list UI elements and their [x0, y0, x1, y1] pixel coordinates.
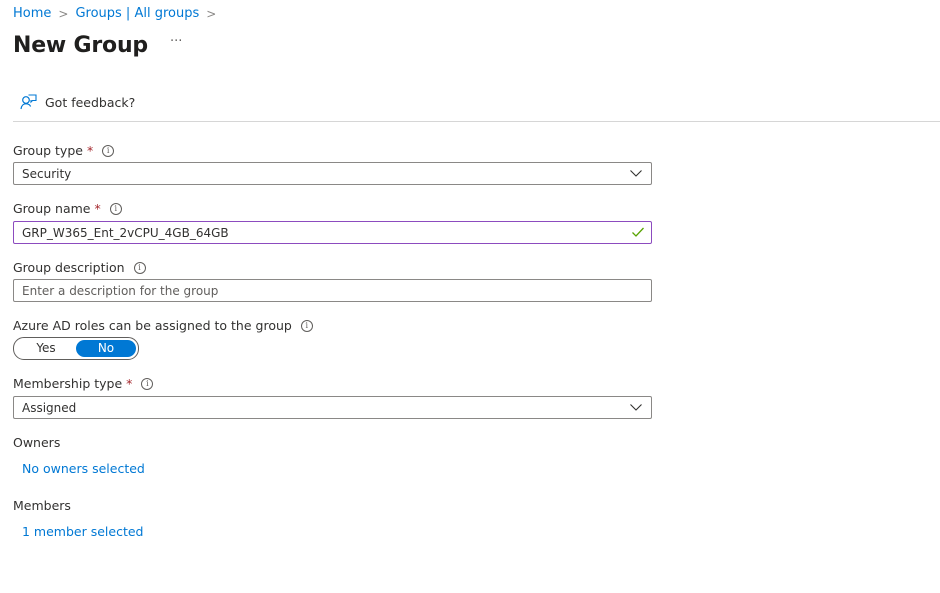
- required-indicator: *: [94, 201, 101, 216]
- members-link[interactable]: 1 member selected: [22, 524, 143, 539]
- info-icon[interactable]: i: [133, 261, 146, 274]
- info-icon[interactable]: i: [102, 144, 115, 157]
- feedback-icon: [20, 94, 37, 110]
- breadcrumb-chevron-icon: >: [58, 6, 69, 21]
- more-options-button[interactable]: ···: [170, 34, 182, 49]
- owners-label: Owners: [13, 435, 60, 450]
- title-row: New Group ···: [13, 33, 182, 58]
- membership-type-label: Membership type * i: [13, 376, 154, 391]
- group-description-input[interactable]: Enter a description for the group: [13, 279, 652, 302]
- divider: [13, 121, 940, 122]
- group-description-placeholder: Enter a description for the group: [22, 283, 219, 298]
- feedback-label: Got feedback?: [45, 94, 136, 110]
- members-label-text: Members: [13, 498, 71, 513]
- group-description-label: Group description i: [13, 260, 146, 275]
- breadcrumb-groups[interactable]: Groups | All groups: [75, 6, 199, 21]
- required-indicator: *: [86, 143, 94, 158]
- breadcrumb: Home > Groups | All groups >: [13, 6, 223, 21]
- membership-type-label-text: Membership type: [13, 376, 123, 391]
- new-group-page: Home > Groups | All groups > New Group ·…: [0, 0, 940, 593]
- info-icon[interactable]: i: [141, 377, 154, 390]
- membership-type-value: Assigned: [22, 400, 77, 415]
- group-type-dropdown[interactable]: Security: [13, 162, 652, 185]
- page-title: New Group: [13, 33, 148, 58]
- toggle-option-no[interactable]: No: [76, 340, 136, 357]
- azure-ad-roles-toggle[interactable]: Yes No: [13, 337, 139, 360]
- azure-ad-roles-label: Azure AD roles can be assigned to the gr…: [13, 318, 313, 333]
- members-label: Members: [13, 498, 71, 513]
- breadcrumb-home[interactable]: Home: [13, 6, 51, 21]
- breadcrumb-chevron-icon: >: [206, 6, 217, 21]
- chevron-down-icon: [630, 404, 642, 411]
- group-name-label: Group name * i: [13, 201, 122, 216]
- group-name-input[interactable]: GRP_W365_Ent_2vCPU_4GB_64GB: [13, 221, 652, 244]
- chevron-down-icon: [630, 170, 642, 177]
- azure-ad-roles-label-text: Azure AD roles can be assigned to the gr…: [13, 318, 292, 333]
- group-name-label-text: Group name: [13, 201, 91, 216]
- owners-label-text: Owners: [13, 435, 61, 450]
- membership-type-dropdown[interactable]: Assigned: [13, 396, 652, 419]
- required-indicator: *: [126, 376, 133, 391]
- owners-link[interactable]: No owners selected: [22, 461, 145, 476]
- feedback-button[interactable]: Got feedback?: [20, 94, 135, 110]
- group-description-label-text: Group description: [13, 260, 125, 275]
- group-type-label-text: Group type: [13, 143, 83, 158]
- group-name-value: GRP_W365_Ent_2vCPU_4GB_64GB: [22, 225, 229, 240]
- group-type-label: Group type * i: [13, 143, 115, 158]
- group-type-value: Security: [22, 166, 72, 181]
- info-icon[interactable]: i: [109, 202, 122, 215]
- checkmark-icon: [632, 227, 644, 237]
- toggle-option-yes[interactable]: Yes: [16, 340, 76, 357]
- info-icon[interactable]: i: [300, 319, 313, 332]
